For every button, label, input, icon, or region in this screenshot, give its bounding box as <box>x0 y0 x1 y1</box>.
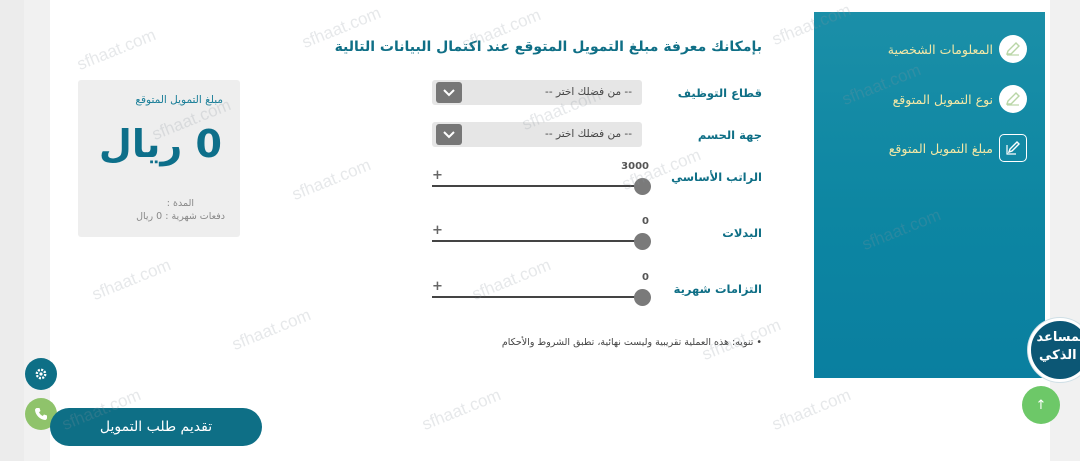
submit-financing-request-button[interactable]: تقديم طلب التمويل <box>50 408 262 446</box>
monthly-payments-label: دفعات شهرية : 0 ريال <box>136 211 225 222</box>
allowances-slider[interactable]: + 0 <box>432 216 651 251</box>
result-amount: 0 ريال <box>98 122 222 166</box>
plus-icon[interactable]: + <box>432 279 443 294</box>
settings-button[interactable] <box>25 358 57 390</box>
step-label: مبلغ التمويل المتوقع <box>888 140 993 156</box>
arrow-up-icon: ↑ <box>1035 397 1047 413</box>
phone-icon <box>35 408 47 420</box>
employment-sector-select[interactable]: -- من فضلك اختر -- <box>432 80 642 105</box>
slider-handle[interactable] <box>634 178 651 195</box>
step-financing-type[interactable]: نوع التمويل المتوقع <box>893 85 1027 113</box>
step-personal-info[interactable]: المعلومات الشخصية <box>888 35 1027 63</box>
slider-value: 0 <box>642 216 649 227</box>
basic-salary-label: الراتب الأساسي <box>671 170 762 184</box>
disclaimer-note: • تنويه: هذه العملية تقريبية وليست نهائي… <box>501 337 762 348</box>
select-placeholder: -- من فضلك اختر -- <box>545 128 632 140</box>
result-card: مبلغ التمويل المتوقع 0 ريال المدة : دفعا… <box>78 80 240 237</box>
gear-icon <box>35 368 47 380</box>
slider-track[interactable] <box>432 240 642 242</box>
edit-icon <box>999 85 1027 113</box>
slider-handle[interactable] <box>634 289 651 306</box>
edit-icon <box>999 134 1027 162</box>
edit-icon <box>999 35 1027 63</box>
left-gutter <box>24 0 50 461</box>
chevron-down-icon[interactable] <box>436 82 462 103</box>
slider-track[interactable] <box>432 296 642 298</box>
duration-label: المدة : <box>166 198 194 209</box>
step-label: نوع التمويل المتوقع <box>892 91 993 107</box>
monthly-obligations-label: التزامات شهرية <box>673 282 762 296</box>
scroll-up-button[interactable]: ↑ <box>1022 386 1060 424</box>
slider-value: 0 <box>642 272 649 283</box>
steps-panel: المعلومات الشخصية نوع التمويل المتوقع مب… <box>814 12 1045 378</box>
monthly-obligations-slider[interactable]: + 0 <box>432 272 651 307</box>
slider-track[interactable] <box>432 185 642 187</box>
result-title: مبلغ التمويل المتوقع <box>135 94 223 106</box>
allowances-label: البدلات <box>722 226 762 240</box>
basic-salary-slider[interactable]: + 3000 <box>432 161 651 196</box>
slider-value: 3000 <box>621 161 649 172</box>
slider-handle[interactable] <box>634 233 651 250</box>
plus-icon[interactable]: + <box>432 168 443 183</box>
select-placeholder: -- من فضلك اختر -- <box>545 86 632 98</box>
military-entity-label: جهة الحسم <box>697 128 762 142</box>
military-entity-select[interactable]: -- من فضلك اختر -- <box>432 122 642 147</box>
chevron-down-icon[interactable] <box>436 124 462 145</box>
employment-sector-label: قطاع التوظيف <box>677 86 762 100</box>
step-label: المعلومات الشخصية <box>887 41 993 57</box>
step-financing-amount[interactable]: مبلغ التمويل المتوقع <box>889 134 1027 162</box>
plus-icon[interactable]: + <box>432 223 443 238</box>
page-title: بإمكانك معرفة مبلغ التمويل المتوقع عند ا… <box>334 39 762 55</box>
